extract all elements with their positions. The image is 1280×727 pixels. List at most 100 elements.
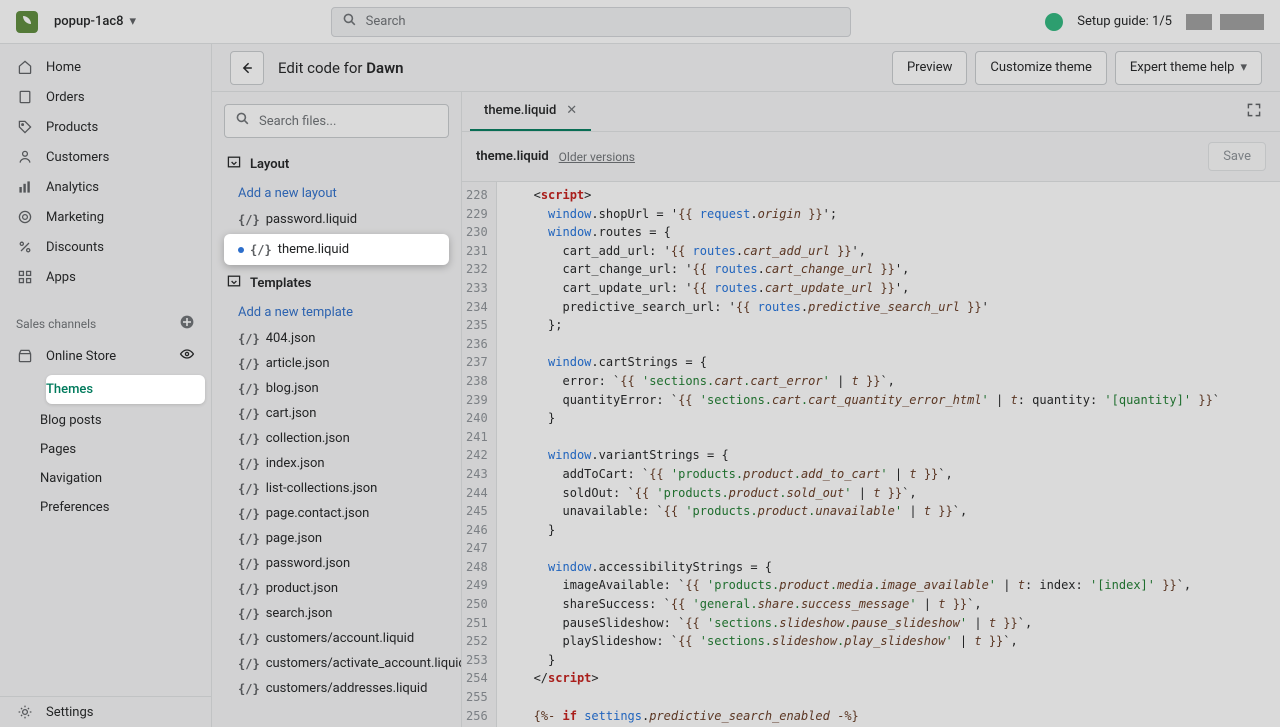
preview-button[interactable]: Preview — [892, 51, 967, 85]
customize-theme-button[interactable]: Customize theme — [975, 51, 1107, 85]
liquid-file-icon: {/} — [238, 457, 260, 471]
file-item[interactable]: {/}collection.json — [224, 426, 449, 451]
expert-theme-help-button[interactable]: Expert theme help▾ — [1115, 51, 1262, 85]
editor-tab[interactable]: theme.liquid ✕ — [470, 92, 591, 131]
liquid-file-icon: {/} — [238, 557, 260, 571]
liquid-file-icon: {/} — [238, 607, 260, 621]
account-menu[interactable] — [1220, 14, 1264, 30]
layout-section-toggle[interactable]: Layout — [224, 148, 449, 180]
page-title: Edit code for Dawn — [278, 59, 878, 77]
add-new-template-link[interactable]: Add a new template — [224, 299, 449, 326]
store-name: popup-1ac8 — [54, 14, 124, 29]
nav-themes[interactable]: Themes — [46, 375, 205, 404]
file-item[interactable]: {/}theme.liquid — [224, 234, 449, 265]
folder-collapse-icon — [226, 154, 242, 174]
liquid-file-icon: {/} — [238, 213, 260, 227]
liquid-file-icon: {/} — [238, 382, 260, 396]
pin-icon[interactable] — [1045, 13, 1063, 31]
file-item[interactable]: {/}customers/activate_account.liquid — [224, 651, 449, 676]
save-button[interactable]: Save — [1208, 142, 1266, 171]
nav-home[interactable]: Home — [0, 52, 211, 82]
orders-icon — [16, 89, 34, 105]
home-icon — [16, 59, 34, 75]
shopify-logo-icon — [16, 11, 38, 33]
nav-pages[interactable]: Pages — [40, 435, 211, 464]
target-icon — [16, 209, 34, 225]
file-item[interactable]: {/} page.contact.json — [224, 501, 449, 526]
nav-discounts[interactable]: Discounts — [0, 232, 211, 262]
nav-settings[interactable]: Settings — [0, 697, 211, 727]
file-item[interactable]: {/} list-collections.json — [224, 476, 449, 501]
file-name: page.contact.json — [266, 506, 370, 521]
liquid-file-icon: {/} — [238, 532, 260, 546]
file-name: customers/account.liquid — [266, 631, 414, 646]
nav-analytics[interactable]: Analytics — [0, 172, 211, 202]
expand-editor-icon[interactable] — [1236, 102, 1272, 122]
liquid-file-icon: {/} — [238, 432, 260, 446]
file-item[interactable]: {/}cart.json — [224, 401, 449, 426]
left-navigation: Home Orders Products Customers Analytics… — [0, 44, 212, 727]
file-name: customers/activate_account.liquid — [266, 656, 462, 671]
setup-guide-link[interactable]: Setup guide: 1/5 — [1077, 14, 1172, 29]
apps-icon — [16, 269, 34, 285]
templates-section-toggle[interactable]: Templates — [224, 267, 449, 299]
search-input[interactable]: Search — [331, 7, 851, 37]
nav-blog-posts[interactable]: Blog posts — [40, 406, 211, 435]
close-tab-icon[interactable]: ✕ — [566, 103, 577, 118]
liquid-file-icon: {/} — [238, 332, 260, 346]
file-item[interactable]: {/}search.json — [224, 601, 449, 626]
file-search-input[interactable]: Search files... — [224, 104, 449, 138]
file-name: page.json — [266, 531, 322, 546]
code-editor[interactable]: 2282292302312322332342352362372382392402… — [462, 182, 1280, 727]
nav-apps[interactable]: Apps — [0, 262, 211, 292]
liquid-file-icon: {/} — [238, 632, 260, 646]
liquid-file-icon: {/} — [238, 582, 260, 596]
add-new-layout-link[interactable]: Add a new layout — [224, 180, 449, 207]
file-item[interactable]: {/} index.json — [224, 451, 449, 476]
file-item[interactable]: {/} customers/account.liquid — [224, 626, 449, 651]
arrow-left-icon — [239, 60, 255, 76]
file-item[interactable]: {/} product.json — [224, 576, 449, 601]
nav-orders[interactable]: Orders — [0, 82, 211, 112]
liquid-file-icon: {/} — [250, 243, 272, 257]
file-item[interactable]: {/} blog.json — [224, 376, 449, 401]
nav-online-store[interactable]: Online Store — [0, 339, 211, 373]
file-name: index.json — [266, 456, 325, 471]
liquid-file-icon: {/} — [238, 482, 260, 496]
file-name: product.json — [266, 581, 338, 596]
file-item[interactable]: {/}password.liquid — [224, 207, 449, 232]
store-icon — [16, 348, 34, 364]
analytics-icon — [16, 179, 34, 195]
liquid-file-icon: {/} — [238, 682, 260, 696]
file-name: blog.json — [266, 381, 319, 396]
file-item[interactable]: {/}password.json — [224, 551, 449, 576]
add-channel-icon[interactable] — [179, 314, 195, 333]
person-icon — [16, 149, 34, 165]
liquid-file-icon: {/} — [238, 407, 260, 421]
back-button[interactable] — [230, 51, 264, 85]
chevron-down-icon: ▾ — [1240, 60, 1247, 75]
search-icon — [235, 111, 251, 131]
file-item[interactable]: {/} page.json — [224, 526, 449, 551]
eye-icon[interactable] — [179, 346, 195, 366]
liquid-file-icon: {/} — [238, 507, 260, 521]
nav-customers[interactable]: Customers — [0, 142, 211, 172]
nav-preferences[interactable]: Preferences — [40, 493, 211, 522]
nav-navigation[interactable]: Navigation — [40, 464, 211, 493]
file-item[interactable]: {/}customers/addresses.liquid — [224, 676, 449, 701]
chevron-down-icon: ▾ — [130, 14, 137, 29]
file-name: article.json — [266, 356, 330, 371]
file-item[interactable]: {/} article.json — [224, 351, 449, 376]
search-placeholder: Search — [366, 14, 406, 29]
nav-products[interactable]: Products — [0, 112, 211, 142]
tag-icon — [16, 119, 34, 135]
liquid-file-icon: {/} — [238, 357, 260, 371]
file-item[interactable]: {/}404.json — [224, 326, 449, 351]
gear-icon — [16, 704, 34, 720]
store-switcher[interactable]: popup-1ac8 ▾ — [54, 14, 136, 29]
older-versions-link[interactable]: Older versions — [559, 150, 635, 164]
nav-marketing[interactable]: Marketing — [0, 202, 211, 232]
avatar[interactable] — [1186, 14, 1212, 30]
sales-channels-label: Sales channels — [16, 317, 96, 331]
file-name: list-collections.json — [266, 481, 378, 496]
